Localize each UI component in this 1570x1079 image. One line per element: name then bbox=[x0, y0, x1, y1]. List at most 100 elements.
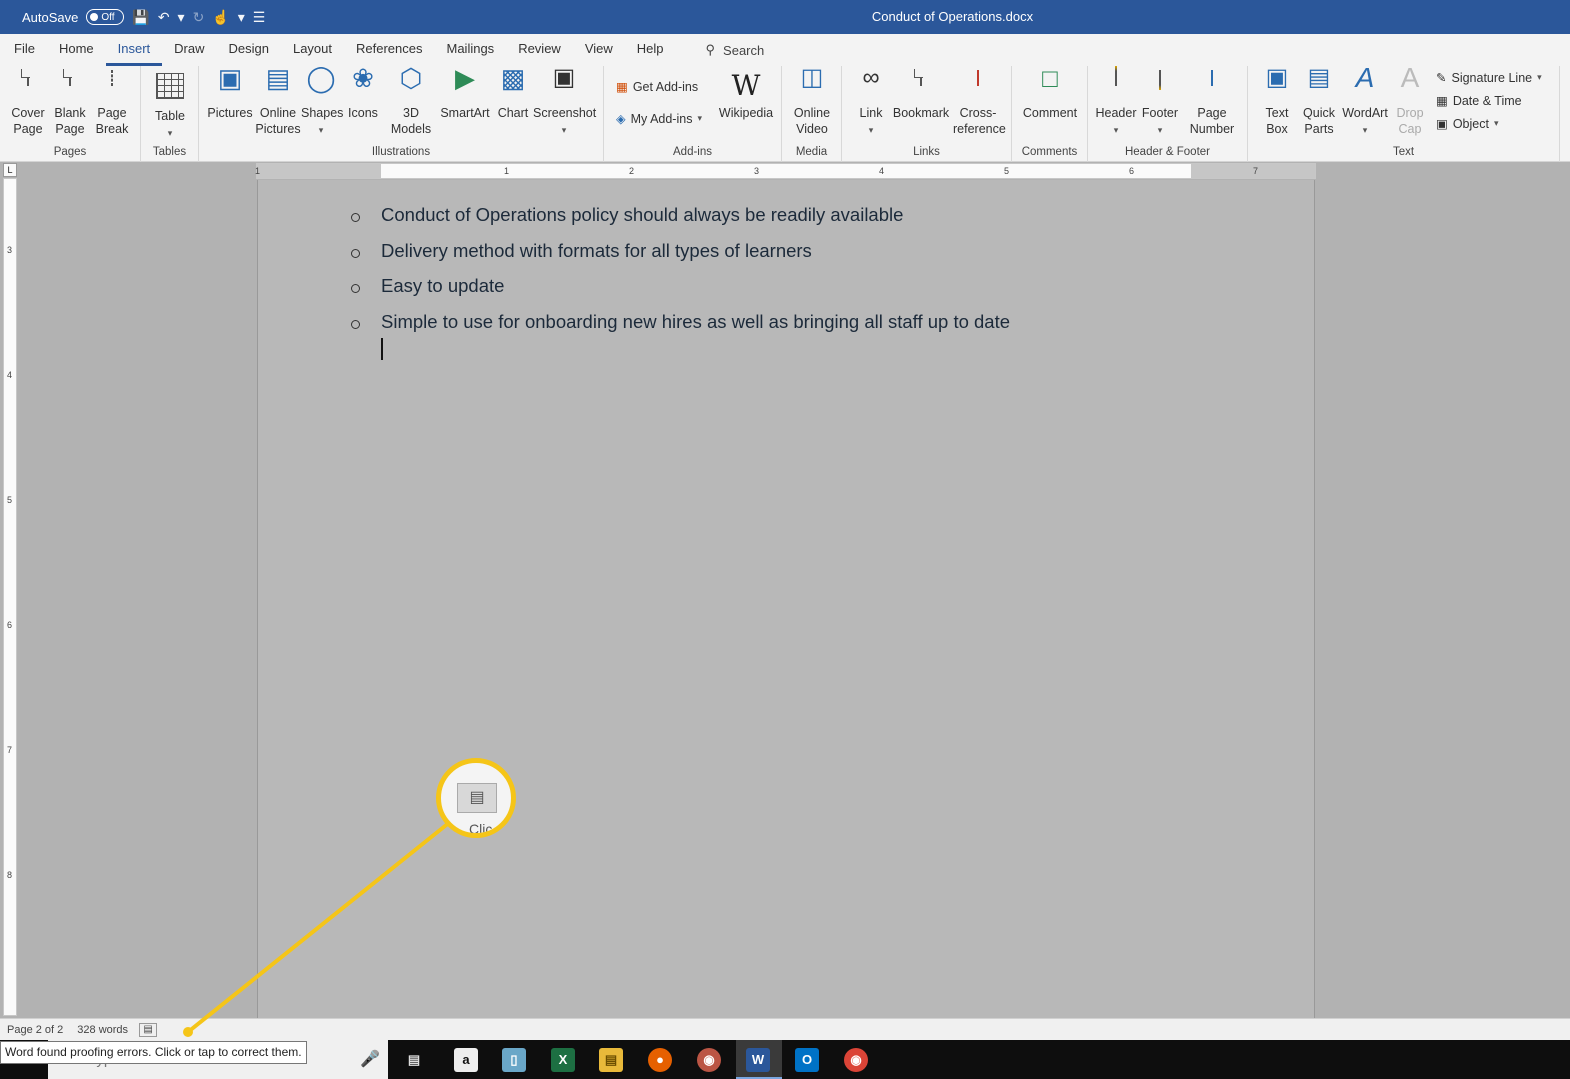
horizontal-ruler[interactable]: 1 1 2 3 4 5 6 7 bbox=[255, 163, 1316, 179]
chart-button[interactable]: ▩ Chart bbox=[493, 65, 533, 121]
wordart-icon: A bbox=[1355, 62, 1375, 93]
pictures-label: Pictures bbox=[207, 106, 253, 120]
list-item[interactable]: Delivery method with formats for all typ… bbox=[348, 240, 1010, 276]
table-icon bbox=[155, 73, 185, 105]
notebook-icon[interactable]: ▯ bbox=[502, 1048, 526, 1072]
bookmark-icon bbox=[906, 70, 936, 102]
tab-insert[interactable]: Insert bbox=[105, 34, 163, 66]
link-button[interactable]: ∞ Link ▾ bbox=[852, 66, 890, 138]
bookmark-label: Bookmark bbox=[892, 106, 950, 120]
footer-button[interactable]: Footer ▾ bbox=[1138, 70, 1182, 138]
vertical-ruler[interactable]: 3 4 5 6 7 8 bbox=[3, 178, 17, 1016]
shapes-button[interactable]: ◯ Shapes ▾ bbox=[301, 63, 344, 138]
amazon-icon[interactable]: a bbox=[454, 1048, 478, 1072]
magnified-proofing-icon: ▤ Clic bbox=[436, 758, 516, 838]
file-explorer-icon[interactable]: ▤ bbox=[599, 1048, 623, 1072]
outlook-icon[interactable]: O bbox=[795, 1048, 819, 1072]
chrome-icon[interactable]: ◉ bbox=[844, 1048, 868, 1072]
my-addins-button[interactable]: ◈ My Add-ins ▾ bbox=[616, 111, 702, 127]
header-button[interactable]: Header ▾ bbox=[1094, 66, 1138, 138]
page-number-button[interactable]: Page Number bbox=[1182, 70, 1242, 137]
header-label: Header bbox=[1095, 106, 1137, 120]
drop-cap-icon: A bbox=[1400, 62, 1420, 93]
list-item[interactable]: Simple to use for onboarding new hires a… bbox=[348, 311, 1010, 347]
search-box[interactable]: ⚲ Search bbox=[706, 42, 765, 58]
cube-icon: ⬡ bbox=[399, 63, 423, 93]
tab-mailings[interactable]: Mailings bbox=[435, 34, 507, 66]
wikipedia-button[interactable]: W Wikipedia bbox=[716, 70, 776, 121]
paint-icon[interactable]: ◉ bbox=[697, 1048, 721, 1072]
object-button[interactable]: ▣ Object ▾ bbox=[1436, 116, 1499, 132]
group-label: Header & Footer bbox=[1124, 146, 1210, 158]
microphone-icon[interactable]: 🎤 bbox=[358, 1048, 382, 1072]
excel-icon[interactable]: X bbox=[551, 1048, 575, 1072]
document-title: Conduct of Operations.docx bbox=[871, 9, 1034, 24]
text-box-button[interactable]: ▣ Text Box bbox=[1256, 66, 1298, 137]
page-count[interactable]: Page 2 of 2 bbox=[0, 1024, 70, 1036]
table-label: Table bbox=[155, 109, 185, 123]
blank-page-button[interactable]: Blank Page bbox=[50, 70, 90, 137]
table-button[interactable]: Table ▾ bbox=[151, 70, 189, 141]
online-pictures-icon: ▤ bbox=[265, 63, 291, 93]
chevron-down-icon: ▾ bbox=[697, 113, 702, 123]
wordart-label: WordArt bbox=[1342, 106, 1388, 120]
task-view-icon[interactable]: ▤ bbox=[402, 1048, 426, 1072]
signature-line-button[interactable]: ✎ Signature Line ▾ bbox=[1436, 70, 1542, 86]
page-break-button[interactable]: Page Break bbox=[92, 70, 132, 137]
title-bar: AutoSave Off 💾 ↶ ▾ ↻ ☝ ▾ ☰ Conduct of Op… bbox=[0, 0, 1570, 34]
signature-icon: ✎ bbox=[1436, 71, 1447, 85]
tab-review[interactable]: Review bbox=[506, 34, 573, 66]
smartart-button[interactable]: ▶ SmartArt bbox=[439, 65, 491, 121]
online-pictures-button[interactable]: ▤ Online Pictures bbox=[255, 63, 301, 137]
tab-home[interactable]: Home bbox=[47, 34, 106, 66]
list-item[interactable]: Easy to update bbox=[348, 275, 1010, 311]
ruler-number: 2 bbox=[629, 166, 635, 176]
footer-label: Footer bbox=[1141, 106, 1179, 120]
group-label: Media bbox=[795, 146, 828, 158]
get-addins-button[interactable]: ▦ Get Add-ins bbox=[616, 79, 698, 95]
tab-help[interactable]: Help bbox=[625, 34, 676, 66]
quick-parts-icon: ▤ bbox=[1307, 64, 1331, 91]
tab-file[interactable]: File bbox=[0, 34, 47, 66]
group-label: Links bbox=[913, 146, 940, 158]
tab-draw[interactable]: Draw bbox=[162, 34, 216, 66]
chevron-down-icon: ▾ bbox=[1493, 118, 1499, 128]
3d-models-button[interactable]: ⬡ 3D Models bbox=[385, 63, 437, 137]
comment-button[interactable]: □ Comment bbox=[1020, 63, 1080, 121]
word-icon[interactable]: W bbox=[746, 1048, 770, 1072]
group-label: Text bbox=[1392, 146, 1415, 158]
date-time-button[interactable]: ▦ Date & Time bbox=[1436, 93, 1522, 109]
document-page[interactable]: Conduct of Operations policy should alwa… bbox=[257, 180, 1315, 1018]
tab-design[interactable]: Design bbox=[217, 34, 281, 66]
online-video-button[interactable]: ◫ Online Video bbox=[790, 66, 834, 137]
ruler-number: 8 bbox=[7, 870, 13, 880]
wikipedia-icon: W bbox=[731, 69, 761, 102]
tab-selector[interactable]: L bbox=[3, 163, 17, 177]
bookmark-button[interactable]: Bookmark bbox=[892, 70, 950, 121]
proofing-errors-icon: ▤ bbox=[457, 783, 497, 813]
cross-reference-button[interactable]: Cross-reference bbox=[950, 70, 1006, 137]
icons-button[interactable]: ❀ Icons bbox=[343, 65, 383, 121]
cover-page-button[interactable]: Cover Page bbox=[6, 70, 50, 137]
ruler-number: 7 bbox=[1253, 166, 1259, 176]
chevron-down-icon: ▾ bbox=[1113, 125, 1119, 135]
firefox-icon[interactable]: ● bbox=[648, 1048, 672, 1072]
shapes-icon: ◯ bbox=[306, 63, 336, 93]
wordart-button[interactable]: A WordArt ▾ bbox=[1342, 62, 1388, 138]
cover-page-label: Cover Page bbox=[11, 106, 45, 136]
tab-references[interactable]: References bbox=[344, 34, 434, 66]
shapes-label: Shapes bbox=[301, 106, 344, 120]
ruler-number: 1 bbox=[255, 166, 261, 176]
drop-cap-button[interactable]: A Drop Cap bbox=[1390, 62, 1430, 137]
tab-layout[interactable]: Layout bbox=[281, 34, 344, 66]
tab-view[interactable]: View bbox=[573, 34, 625, 66]
word-count[interactable]: 328 words bbox=[70, 1024, 135, 1036]
screenshot-button[interactable]: ▣ Screenshot ▾ bbox=[533, 66, 596, 138]
comment-label: Comment bbox=[1022, 106, 1078, 120]
comment-icon: □ bbox=[1042, 63, 1058, 93]
pictures-button[interactable]: ▣ Pictures bbox=[207, 65, 253, 121]
quick-parts-button[interactable]: ▤ Quick Parts bbox=[1298, 64, 1340, 137]
proofing-errors-icon[interactable]: ▤ bbox=[139, 1022, 158, 1037]
list-item[interactable]: Conduct of Operations policy should alwa… bbox=[348, 204, 1010, 240]
store-icon: ▦ bbox=[616, 80, 628, 94]
